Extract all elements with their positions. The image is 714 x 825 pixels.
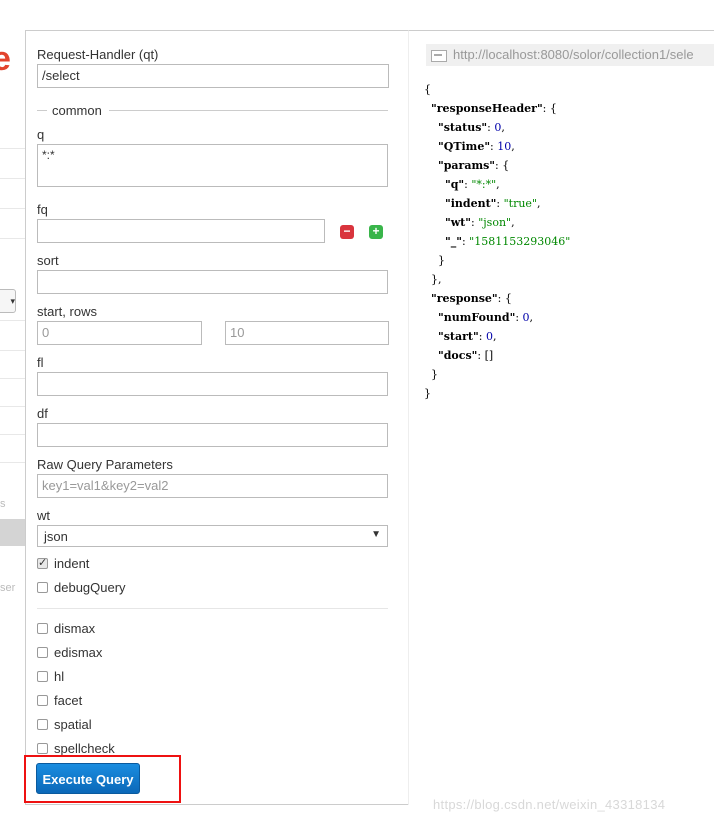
core-selector-fragment[interactable]: ▾ bbox=[0, 289, 16, 313]
request-handler-input[interactable]: /select bbox=[37, 64, 389, 88]
json-line: "_": "1581153293046" bbox=[444, 235, 571, 248]
df-label: df bbox=[37, 406, 48, 421]
json-line: "wt": "json", bbox=[444, 216, 515, 229]
link-icon bbox=[431, 49, 447, 62]
json-line: "indent": "true", bbox=[444, 197, 541, 210]
raw-query-label: Raw Query Parameters bbox=[37, 457, 173, 472]
fq-label: fq bbox=[37, 202, 48, 217]
wt-selected-value: json bbox=[44, 529, 68, 544]
fl-input[interactable] bbox=[37, 372, 388, 396]
highlight-box bbox=[24, 755, 181, 803]
json-line: "q": "*:*", bbox=[444, 178, 500, 191]
facet-label: facet bbox=[54, 693, 83, 708]
watermark: https://blog.csdn.net/weixin_43318134 bbox=[433, 797, 666, 812]
spatial-label: spatial bbox=[54, 717, 92, 732]
dismax-label: dismax bbox=[54, 621, 96, 636]
json-response: { "responseHeader": { "status": 0, "QTim… bbox=[424, 80, 570, 403]
hl-label: hl bbox=[54, 669, 65, 684]
sidebar-divider bbox=[0, 406, 25, 407]
sidebar-divider bbox=[0, 238, 25, 239]
json-line: { bbox=[424, 83, 431, 96]
legend-line bbox=[37, 110, 47, 111]
spatial-checkbox[interactable] bbox=[37, 719, 48, 730]
wt-label: wt bbox=[37, 508, 50, 523]
debugquery-checkbox[interactable] bbox=[37, 582, 48, 593]
json-line: "responseHeader": { bbox=[431, 102, 557, 115]
q-label: q bbox=[37, 127, 45, 142]
sidebar-item-fragment[interactable]: ser bbox=[0, 582, 15, 594]
request-handler-label: Request-Handler (qt) bbox=[37, 47, 159, 62]
form-divider bbox=[37, 608, 388, 609]
json-line: "docs": [] bbox=[438, 349, 494, 362]
request-url-text[interactable]: http://localhost:8080/solor/collection1/… bbox=[453, 47, 694, 62]
edismax-checkbox[interactable] bbox=[37, 647, 48, 658]
indent-label: indent bbox=[54, 556, 90, 571]
legend-line bbox=[109, 110, 388, 111]
sidebar-divider bbox=[0, 462, 25, 463]
sidebar-divider bbox=[0, 378, 25, 379]
request-url-bar[interactable]: http://localhost:8080/solor/collection1/… bbox=[426, 44, 714, 66]
sidebar-divider bbox=[0, 148, 25, 149]
json-line: "response": { bbox=[431, 292, 512, 305]
facet-checkbox[interactable] bbox=[37, 695, 48, 706]
start-input[interactable]: 0 bbox=[37, 321, 202, 345]
sidebar-divider bbox=[0, 208, 25, 209]
json-line: "status": 0, bbox=[438, 121, 505, 134]
sidebar-item-query-active[interactable] bbox=[0, 519, 25, 546]
json-line: "numFound": 0, bbox=[438, 311, 534, 324]
dropdown-arrow-icon: ▼ bbox=[371, 529, 381, 540]
add-fq-button[interactable]: + bbox=[369, 225, 383, 239]
sidebar-divider bbox=[0, 320, 25, 321]
edismax-label: edismax bbox=[54, 645, 103, 660]
json-line: } bbox=[424, 387, 431, 400]
hl-checkbox[interactable] bbox=[37, 671, 48, 682]
json-line: } bbox=[424, 368, 438, 381]
spellcheck-checkbox[interactable] bbox=[37, 743, 48, 754]
json-line: "start": 0, bbox=[438, 330, 497, 343]
start-rows-label: start, rows bbox=[37, 304, 97, 319]
sort-input[interactable] bbox=[37, 270, 388, 294]
indent-checkbox[interactable] bbox=[37, 556, 48, 569]
fl-label: fl bbox=[37, 355, 44, 370]
rows-input[interactable]: 10 bbox=[225, 321, 389, 345]
dismax-checkbox[interactable] bbox=[37, 623, 48, 634]
json-line: "QTime": 10, bbox=[438, 140, 515, 153]
debugquery-label: debugQuery bbox=[54, 580, 126, 595]
remove-fq-button[interactable]: − bbox=[340, 225, 354, 239]
fq-input[interactable] bbox=[37, 219, 325, 243]
spellcheck-label: spellcheck bbox=[54, 741, 115, 756]
sidebar-item-fragment[interactable]: s bbox=[0, 498, 6, 510]
sidebar-divider bbox=[0, 178, 25, 179]
solr-logo-fragment: e bbox=[0, 40, 11, 78]
common-fieldset-legend: common bbox=[37, 103, 388, 118]
wt-select[interactable]: json ▼ bbox=[37, 525, 388, 547]
df-input[interactable] bbox=[37, 423, 388, 447]
sidebar-fragment bbox=[0, 30, 25, 805]
raw-query-input[interactable]: key1=val1&key2=val2 bbox=[37, 474, 388, 498]
q-textarea[interactable]: *:* bbox=[37, 144, 388, 187]
json-line: }, bbox=[424, 273, 442, 286]
json-line: } bbox=[424, 254, 445, 267]
sidebar-divider bbox=[0, 350, 25, 351]
sidebar-divider bbox=[0, 434, 25, 435]
common-legend-text: common bbox=[52, 103, 102, 118]
sort-label: sort bbox=[37, 253, 59, 268]
json-line: "params": { bbox=[438, 159, 510, 172]
